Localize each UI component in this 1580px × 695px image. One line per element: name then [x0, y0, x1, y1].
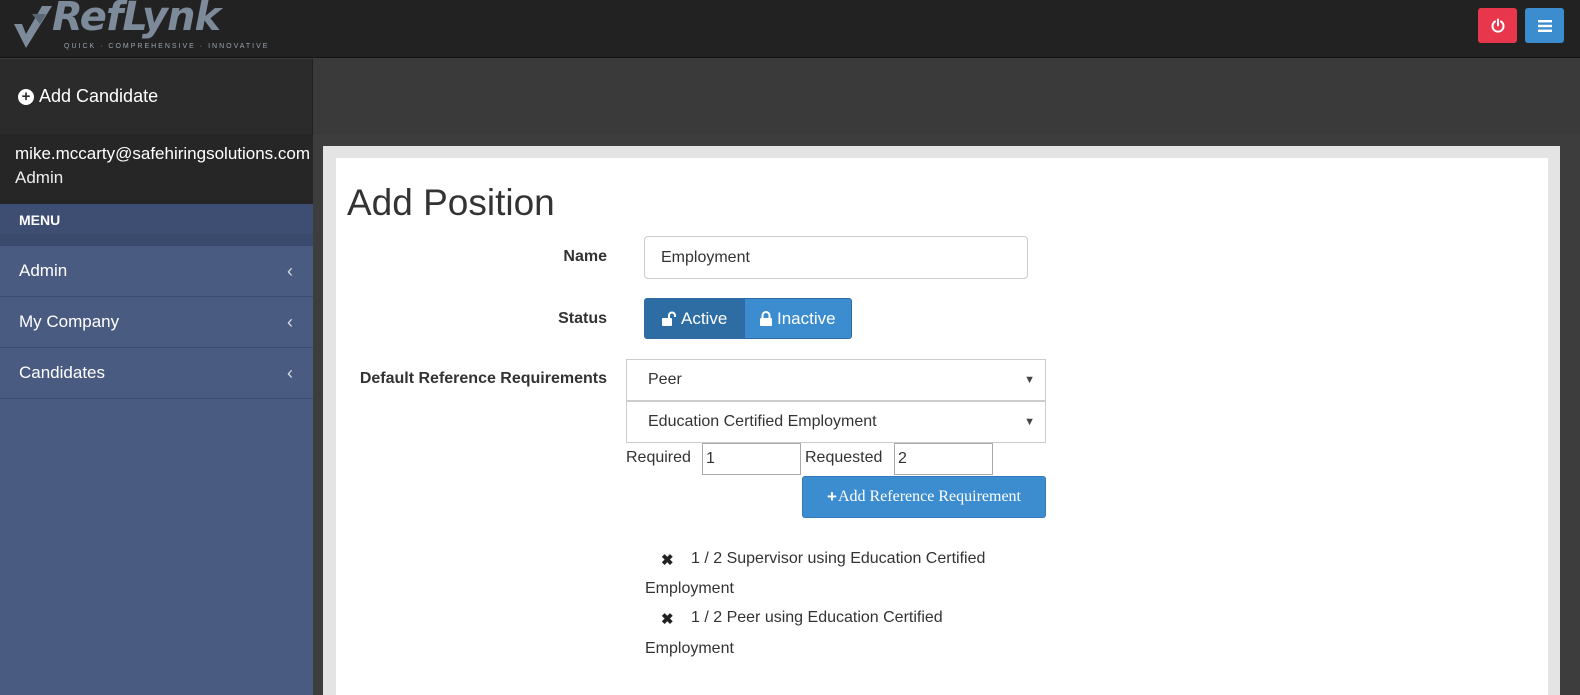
- add-reference-requirement-button[interactable]: + Add Reference Requirement: [802, 476, 1046, 518]
- status-inactive-label: Inactive: [777, 308, 836, 328]
- reflynk-logo[interactable]: RefLynk QUICK · COMPREHENSIVE · INNOVATI…: [8, 0, 267, 56]
- status-label: Status: [558, 310, 607, 327]
- user-role: Admin: [15, 168, 64, 187]
- reference-type-select[interactable]: Peer ▼: [626, 359, 1046, 401]
- ref-requirements-label: Default Reference Requirements: [359, 370, 607, 387]
- requested-label: Requested: [805, 449, 883, 466]
- requirement-line: 1 / 2 Supervisor using Education Certifi…: [691, 550, 986, 567]
- status-inactive-button[interactable]: Inactive: [745, 298, 852, 339]
- plus-icon: +: [827, 487, 837, 506]
- hamburger-icon: [1537, 19, 1552, 32]
- page-title: Add Position: [347, 182, 555, 223]
- add-reference-requirement-label: Add Reference Requirement: [837, 488, 1021, 505]
- user-email: mike.mccarty@safehiringsolutions.com: [15, 144, 311, 163]
- logout-button[interactable]: [1478, 8, 1517, 43]
- caret-down-icon: ▼: [1024, 374, 1035, 386]
- sidebar-item-admin[interactable]: Admin ‹: [0, 246, 313, 297]
- requirement-line-continued: Employment: [645, 640, 734, 657]
- reference-category-select[interactable]: Education Certified Employment ▼: [626, 401, 1046, 443]
- requirement-line-continued: Employment: [645, 580, 734, 597]
- user-panel: mike.mccarty@safehiringsolutions.com Adm…: [0, 134, 313, 204]
- sidebar-item-label: Candidates: [19, 363, 106, 382]
- caret-down-icon: ▼: [1024, 416, 1035, 428]
- sidebar: mike.mccarty@safehiringsolutions.com Adm…: [0, 134, 313, 695]
- chevron-left-icon: ‹: [287, 311, 293, 332]
- chevron-left-icon: ‹: [287, 362, 293, 383]
- logo-wordmark: RefLynk: [52, 0, 221, 40]
- unlock-icon: [662, 311, 676, 326]
- name-input[interactable]: [644, 236, 1028, 279]
- sidebar-item-my-company[interactable]: My Company ‹: [0, 297, 313, 348]
- menu-toggle-button[interactable]: [1525, 8, 1564, 43]
- reference-type-value: Peer: [648, 371, 682, 388]
- requested-count-input[interactable]: [894, 443, 993, 475]
- required-count-input[interactable]: [702, 443, 801, 475]
- lock-icon: [760, 310, 772, 326]
- menu-header: MENU: [0, 204, 313, 234]
- plus-circle-icon: +: [18, 88, 34, 105]
- remove-requirement-icon[interactable]: ✖: [661, 551, 674, 569]
- top-navbar: RefLynk QUICK · COMPREHENSIVE · INNOVATI…: [0, 0, 1580, 58]
- reference-category-value: Education Certified Employment: [648, 413, 877, 430]
- sidebar-item-label: My Company: [19, 312, 120, 331]
- logo-tagline: QUICK · COMPREHENSIVE · INNOVATIVE: [64, 43, 270, 50]
- chevron-left-icon: ‹: [287, 260, 293, 281]
- add-candidate-button[interactable]: + Add Candidate: [0, 59, 313, 134]
- add-candidate-label: Add Candidate: [39, 86, 159, 106]
- status-active-button[interactable]: Active: [644, 298, 745, 339]
- status-toggle-group: Active Inactive: [644, 298, 852, 339]
- required-label: Required: [626, 449, 691, 466]
- power-icon: [1491, 18, 1504, 33]
- name-label: Name: [563, 248, 607, 265]
- sidebar-item-label: Admin: [19, 261, 68, 280]
- requirement-line: 1 / 2 Peer using Education Certified: [691, 609, 943, 626]
- sidebar-item-candidates[interactable]: Candidates ‹: [0, 348, 313, 399]
- menu-divider: [0, 234, 313, 246]
- logo-check-icon: [14, 6, 52, 48]
- status-active-label: Active: [681, 308, 728, 328]
- remove-requirement-icon[interactable]: ✖: [661, 610, 674, 628]
